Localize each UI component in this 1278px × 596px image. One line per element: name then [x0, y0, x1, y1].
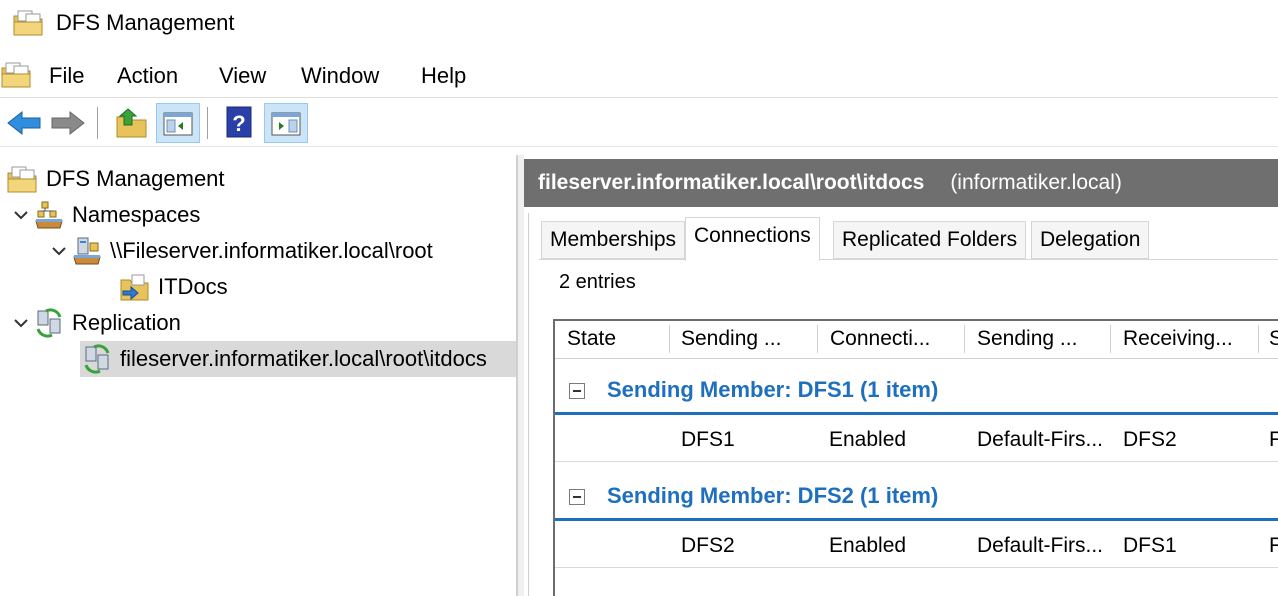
- tab-memberships[interactable]: Memberships: [541, 221, 686, 259]
- cell-extra: F: [1269, 428, 1278, 452]
- table-row[interactable]: DFS2 Enabled Default-Firs... DFS1 F: [555, 524, 1278, 568]
- collapse-icon[interactable]: [569, 383, 585, 399]
- menu-help[interactable]: Help: [421, 63, 466, 89]
- tree-item-replication[interactable]: Replication: [10, 305, 181, 341]
- tree-item-dfs-management[interactable]: DFS Management: [6, 161, 225, 197]
- svg-text:?: ?: [232, 111, 245, 136]
- tree-item-label: Replication: [72, 310, 181, 335]
- tree-item-label: ITDocs: [158, 274, 228, 299]
- group-header[interactable]: Sending Member: DFS1 (1 item): [555, 369, 1278, 415]
- dfs-management-app-icon: [12, 8, 46, 38]
- cell-connection: Enabled: [829, 428, 907, 451]
- namespace-server-icon: [70, 235, 104, 267]
- tab-container: Memberships Connections Replicated Folde…: [528, 213, 1278, 596]
- column-sending-member[interactable]: Sending ...: [681, 327, 781, 351]
- chevron-down-icon[interactable]: [10, 312, 32, 334]
- show-hide-tree-icon[interactable]: [156, 103, 200, 143]
- cell-sending-site: Default-Firs...: [977, 534, 1104, 557]
- cell-receiving-member: DFS1: [1123, 534, 1177, 557]
- cell-sending-site: Default-Firs...: [977, 428, 1104, 451]
- entry-count: 2 entries: [559, 271, 636, 293]
- help-icon[interactable]: ?: [218, 103, 262, 143]
- column-divider[interactable]: [669, 325, 670, 353]
- cell-sending-member: DFS2: [681, 534, 735, 557]
- toolbar-separator: [207, 107, 208, 139]
- details-header: fileserver.informatiker.local\root\itdoc…: [524, 159, 1278, 207]
- toolbar-separator: [97, 107, 98, 139]
- cell-extra: F: [1269, 534, 1278, 558]
- console-tree: DFS Management Namespaces \\Fileserver.i…: [0, 155, 518, 596]
- menu-view[interactable]: View: [219, 63, 266, 89]
- cell-sending-member: DFS1: [681, 428, 735, 451]
- tree-item-label: fileserver.informatiker.local\root\itdoc…: [120, 346, 487, 371]
- tree-item-label: \\Fileserver.informatiker.local\root: [110, 238, 433, 263]
- show-hide-action-pane-icon[interactable]: [264, 103, 308, 143]
- tree-item-namespace-root[interactable]: \\Fileserver.informatiker.local\root: [48, 233, 433, 269]
- replication-icon: [32, 307, 66, 339]
- column-connection[interactable]: Connecti...: [830, 327, 930, 351]
- details-domain: (informatiker.local): [950, 171, 1122, 194]
- replication-group-icon: [80, 343, 114, 375]
- column-s[interactable]: S: [1269, 327, 1278, 351]
- column-divider[interactable]: [817, 325, 818, 353]
- column-divider[interactable]: [1258, 325, 1259, 353]
- column-state[interactable]: State: [567, 327, 616, 351]
- tab-divider: [539, 259, 1278, 260]
- group-header[interactable]: Sending Member: DFS2 (1 item): [555, 475, 1278, 521]
- menu-window[interactable]: Window: [301, 63, 379, 89]
- group-label: Sending Member: DFS1 (1 item): [607, 377, 939, 402]
- collapse-icon[interactable]: [569, 489, 585, 505]
- table-row[interactable]: DFS1 Enabled Default-Firs... DFS2 F: [555, 418, 1278, 462]
- tree-item-replication-group[interactable]: fileserver.informatiker.local\root\itdoc…: [80, 341, 516, 377]
- tree-item-label: DFS Management: [46, 166, 225, 191]
- connections-list: State Sending ... Connecti... Sending ..…: [553, 319, 1278, 596]
- column-divider[interactable]: [1110, 325, 1111, 353]
- back-icon[interactable]: [2, 103, 46, 143]
- tree-item-namespaces[interactable]: Namespaces: [10, 197, 200, 233]
- mmc-system-menu-icon[interactable]: [0, 60, 34, 90]
- cell-receiving-member: DFS2: [1123, 428, 1177, 451]
- title-bar: DFS Management: [0, 0, 1278, 48]
- namespaces-icon: [32, 199, 66, 231]
- tree-item-label: Namespaces: [72, 202, 201, 227]
- column-divider[interactable]: [964, 325, 965, 353]
- chevron-down-icon[interactable]: [48, 240, 70, 262]
- shared-folder-icon: [118, 271, 152, 303]
- menu-file[interactable]: File: [49, 63, 84, 89]
- tab-replicated-folders[interactable]: Replicated Folders: [833, 221, 1027, 259]
- chevron-down-icon[interactable]: [10, 204, 32, 226]
- menu-bar: File Action View Window Help: [0, 52, 1278, 98]
- tab-connections[interactable]: Connections: [685, 217, 820, 261]
- window-title: DFS Management: [56, 10, 235, 35]
- dfs-management-icon: [6, 163, 40, 195]
- column-sending-site[interactable]: Sending ...: [977, 327, 1077, 351]
- group-label: Sending Member: DFS2 (1 item): [607, 483, 939, 508]
- menu-action[interactable]: Action: [117, 63, 178, 89]
- forward-icon[interactable]: [46, 103, 90, 143]
- column-header-row: State Sending ... Connecti... Sending ..…: [555, 321, 1278, 359]
- toolbar: ?: [0, 99, 1278, 147]
- details-path: fileserver.informatiker.local\root\itdoc…: [538, 171, 925, 194]
- column-receiving-member[interactable]: Receiving...: [1123, 327, 1233, 351]
- tab-delegation[interactable]: Delegation: [1031, 221, 1150, 259]
- details-pane: fileserver.informatiker.local\root\itdoc…: [524, 155, 1278, 596]
- cell-connection: Enabled: [829, 534, 907, 557]
- up-folder-icon[interactable]: [110, 103, 154, 143]
- tree-item-itdocs[interactable]: ITDocs: [118, 269, 228, 305]
